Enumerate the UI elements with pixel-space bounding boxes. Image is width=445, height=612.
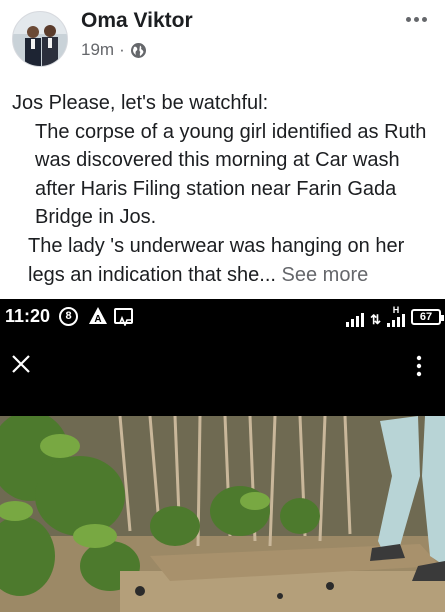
post-meta: 19m · xyxy=(81,40,147,60)
post-text: Jos Please, let's be watchful: The corps… xyxy=(12,89,440,289)
network-signal-icon: H xyxy=(387,306,405,327)
attached-screenshot[interactable]: 11:20 8 A ⇅ H 67 xyxy=(0,299,445,612)
a-warning-icon: A xyxy=(88,306,108,330)
see-more-link[interactable]: See more xyxy=(282,264,369,286)
meta-separator: · xyxy=(119,40,125,59)
crime-scene-photo[interactable] xyxy=(0,416,445,612)
close-icon[interactable] xyxy=(8,351,34,377)
overflow-menu-icon[interactable] xyxy=(415,355,423,377)
post-text-line: Jos Please, let's be watchful: xyxy=(12,92,269,114)
globe-icon[interactable] xyxy=(130,42,147,59)
battery-icon: 67 xyxy=(411,309,444,325)
b-circle-icon: 8 xyxy=(59,307,78,326)
viewer-toolbar xyxy=(0,333,445,421)
post-header: Oma Viktor 19m · xyxy=(0,0,445,75)
more-horizontal-icon xyxy=(405,16,411,22)
post-text-paragraph: The lady 's underwear was hanging on her… xyxy=(12,232,440,289)
battery-level: 67 xyxy=(419,311,433,323)
post-text-paragraph: The corpse of a young girl identified as… xyxy=(35,120,427,229)
status-indicators: ⇅ H 67 xyxy=(346,305,444,327)
pulse-icon xyxy=(114,308,133,328)
status-bar: 11:20 8 A ⇅ H 67 xyxy=(0,299,445,333)
svg-text:A: A xyxy=(94,314,101,325)
network-type: H xyxy=(392,305,400,315)
more-options-button[interactable] xyxy=(401,6,431,32)
post-time[interactable]: 19m xyxy=(81,40,114,60)
status-time: 11:20 xyxy=(5,306,51,326)
author-avatar[interactable] xyxy=(12,11,68,67)
author-name[interactable]: Oma Viktor xyxy=(81,9,193,33)
data-transfer-icon: ⇅ xyxy=(370,312,381,327)
signal-strength-icon xyxy=(346,313,365,327)
